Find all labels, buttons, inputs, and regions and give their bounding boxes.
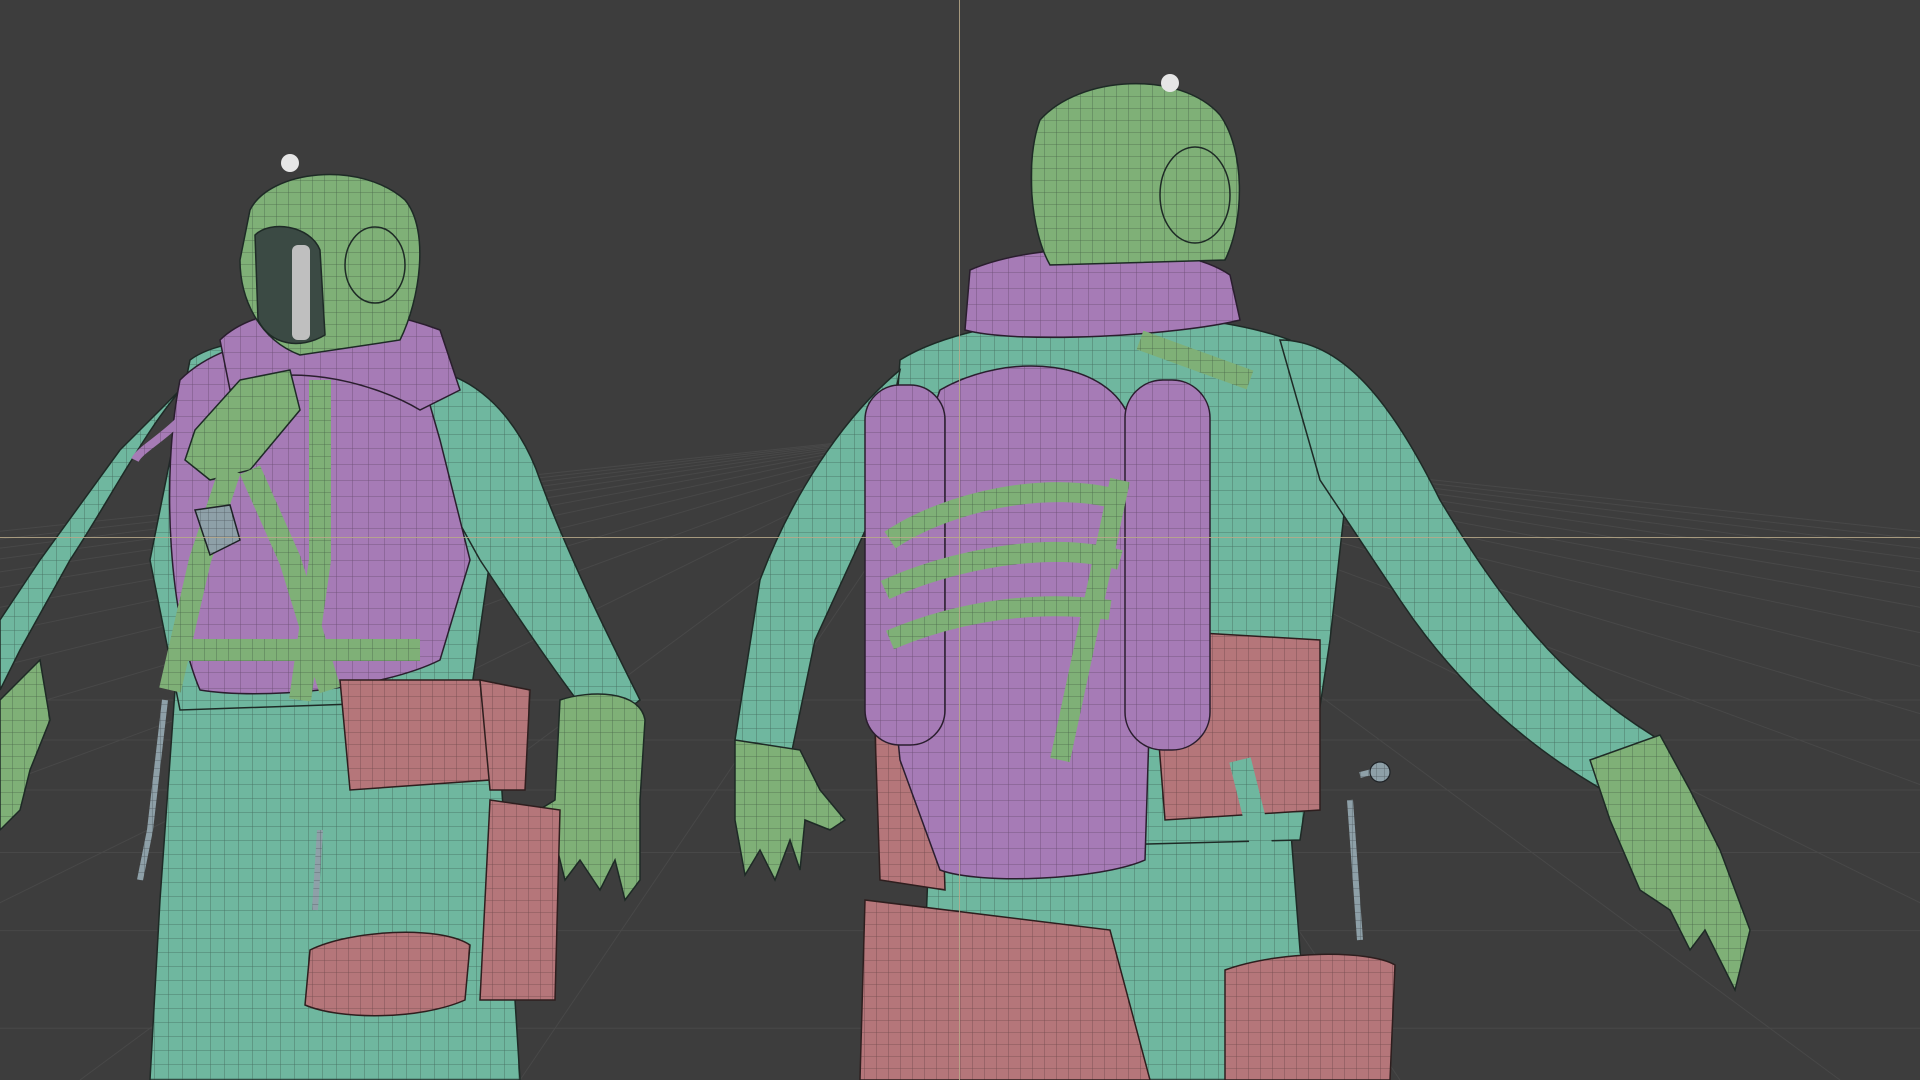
glove-left-back[interactable] <box>734 739 847 882</box>
origin-dot-icon <box>281 154 299 172</box>
x-axis-line <box>0 537 1920 538</box>
z-axis-line <box>959 0 960 1080</box>
helmet-visor-opening <box>254 225 326 345</box>
oxygen-cylinder-right[interactable] <box>1124 379 1211 751</box>
thigh-pouch-drop[interactable] <box>479 799 561 1001</box>
clip-ball[interactable] <box>1369 761 1391 783</box>
origin-dot-icon <box>1161 74 1179 92</box>
helmet-earcup[interactable] <box>344 226 406 304</box>
glove-right-back[interactable] <box>1589 734 1751 993</box>
character-front-view[interactable] <box>0 154 646 1080</box>
helmet-earcup-back[interactable] <box>1159 146 1231 244</box>
hip-pouch-back[interactable] <box>1224 953 1396 1080</box>
hip-pouch-large[interactable] <box>339 679 491 791</box>
thigh-pouch-roll[interactable] <box>304 931 471 1017</box>
character-back-view[interactable] <box>734 74 1751 1080</box>
glove-left[interactable] <box>0 658 51 832</box>
visor-glass <box>292 245 310 340</box>
viewport-scene <box>0 74 1920 1080</box>
hanging-hook-back[interactable] <box>1347 767 1381 941</box>
3d-viewport[interactable] <box>0 0 1920 1080</box>
